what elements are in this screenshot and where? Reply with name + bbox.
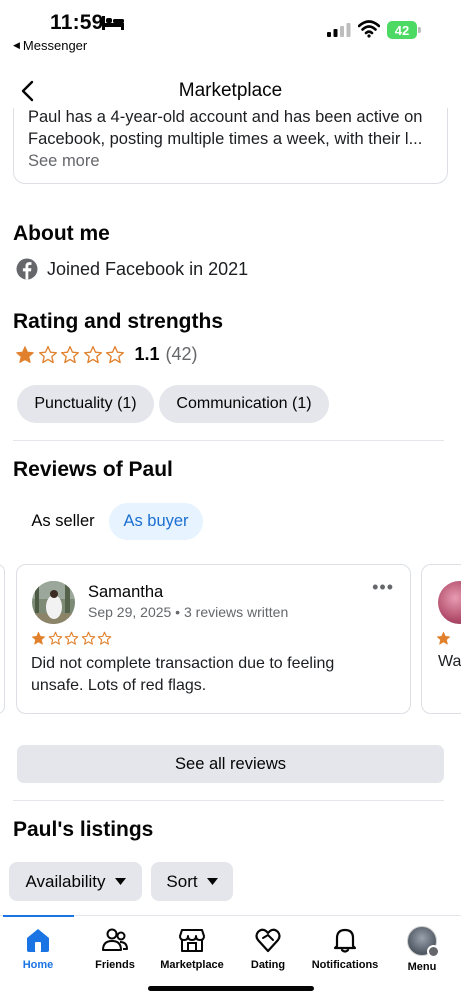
strength-chip-punctuality[interactable]: Punctuality (1) — [17, 385, 154, 423]
friends-icon — [102, 928, 128, 951]
nav-marketplace-label: Marketplace — [160, 959, 224, 971]
nav-friends[interactable]: Friends — [77, 926, 153, 971]
rating-count: (42) — [165, 344, 198, 364]
bell-icon — [333, 928, 357, 953]
battery-cap — [418, 27, 421, 33]
reviewer-name[interactable]: Samantha — [88, 583, 163, 602]
star-empty-icon — [64, 631, 79, 645]
star-empty-icon — [61, 345, 80, 363]
rating-heading: Rating and strengths — [13, 310, 224, 333]
star-empty-icon — [81, 631, 95, 645]
dating-icon — [255, 928, 281, 953]
marketplace-icon — [179, 929, 205, 952]
tab-as-seller[interactable]: As seller — [17, 503, 109, 540]
star-empty-icon — [38, 345, 57, 363]
review-card-previous[interactable] — [0, 564, 5, 714]
back-app-label: Messenger — [22, 38, 88, 53]
home-indicator — [148, 986, 314, 991]
bed-icon — [102, 16, 124, 30]
tab-as-buyer[interactable]: As buyer — [109, 503, 203, 540]
sort-filter[interactable]: Sort — [151, 862, 233, 901]
review-card[interactable]: Samantha Sep 29, 2025 • 3 reviews writte… — [16, 564, 411, 714]
bio-card: Paul has a 4-year-old account and has be… — [13, 108, 448, 184]
review-text: Did not complete transaction due to feel… — [31, 655, 335, 694]
menu-badge-icon — [427, 945, 440, 958]
star-empty-icon — [97, 631, 112, 645]
review-meta: Sep 29, 2025 • 3 reviews written — [88, 604, 289, 620]
sort-filter-label: Sort — [166, 871, 198, 891]
more-options-icon[interactable]: ••• — [372, 577, 394, 598]
page-title: Marketplace — [178, 80, 283, 101]
reviewer-avatar[interactable] — [32, 581, 75, 624]
nav-friends-label: Friends — [95, 959, 135, 971]
nav-notifications-label: Notifications — [311, 959, 379, 971]
nav-menu-label: Menu — [407, 961, 437, 973]
rating-row: 1.1 (42) — [15, 344, 198, 365]
nav-home-label: Home — [22, 959, 54, 971]
star-filled-icon — [16, 345, 34, 363]
status-bar: 11:59 ◀ Messenger 42 — [0, 0, 461, 58]
star-empty-icon — [48, 631, 62, 645]
section-divider — [13, 440, 444, 441]
nav-home[interactable]: Home — [0, 926, 76, 971]
active-tab-indicator — [3, 915, 74, 917]
review-card-next[interactable]: Wa — [421, 564, 461, 714]
reviews-heading: Reviews of Paul — [13, 458, 173, 481]
review-text-preview: Wa — [438, 653, 461, 670]
availability-filter[interactable]: Availability — [9, 862, 142, 901]
facebook-icon — [16, 258, 38, 280]
back-to-app-link[interactable]: ◀ Messenger — [13, 38, 87, 53]
joined-facebook-row: Joined Facebook in 2021 — [16, 258, 248, 280]
rating-value: 1.1 — [134, 344, 160, 364]
nav-dating[interactable]: Dating — [230, 926, 306, 971]
nav-marketplace[interactable]: Marketplace — [154, 926, 230, 971]
section-divider — [13, 800, 444, 801]
wifi-icon — [358, 20, 380, 38]
reviewer-avatar — [438, 581, 461, 624]
home-icon — [27, 929, 49, 952]
star-empty-icon — [106, 345, 125, 363]
review-stars — [31, 631, 114, 646]
back-triangle-icon: ◀ — [13, 40, 20, 50]
nav-dating-label: Dating — [250, 959, 286, 971]
bio-text: Paul has a 4-year-old account and has be… — [28, 108, 423, 148]
nav-menu[interactable]: Menu — [384, 926, 460, 973]
profile-avatar-icon — [407, 926, 440, 958]
joined-text: Joined Facebook in 2021 — [47, 258, 249, 279]
reviewer-photo — [32, 581, 75, 624]
see-more-link[interactable]: See more — [28, 152, 100, 171]
caret-down-icon — [206, 878, 218, 885]
availability-filter-label: Availability — [25, 871, 106, 891]
battery-level: 42 — [387, 21, 417, 39]
listings-heading: Paul's listings — [13, 818, 154, 841]
cellular-signal-icon — [327, 23, 351, 37]
status-time: 11:59 — [50, 11, 104, 34]
battery-indicator: 42 — [387, 21, 421, 39]
strength-chip-communication[interactable]: Communication (1) — [159, 385, 329, 423]
caret-down-icon — [114, 878, 126, 885]
star-empty-icon — [83, 345, 102, 363]
star-filled-icon — [31, 631, 46, 645]
see-all-reviews-button[interactable]: See all reviews — [17, 745, 444, 783]
about-me-heading: About me — [13, 222, 110, 245]
star-filled-icon — [436, 631, 451, 645]
nav-notifications[interactable]: Notifications — [307, 926, 383, 971]
